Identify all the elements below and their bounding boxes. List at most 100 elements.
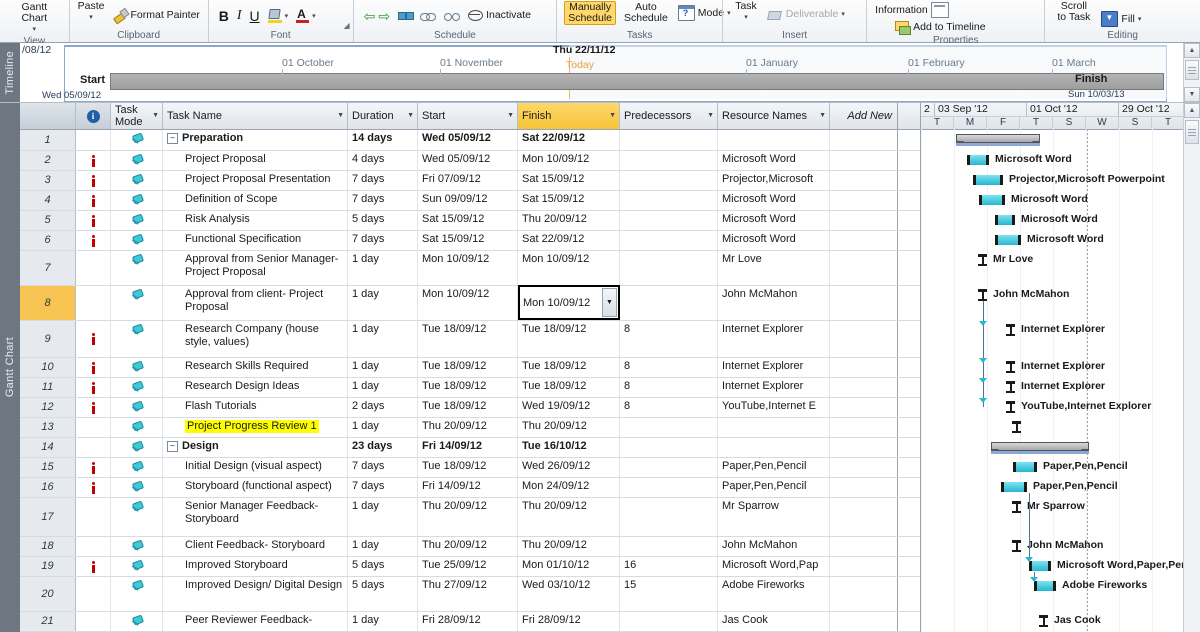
add-new-cell[interactable] <box>830 458 898 477</box>
add-new-cell[interactable] <box>830 321 898 357</box>
predecessors-cell[interactable] <box>620 478 718 497</box>
duration-cell[interactable]: 1 day <box>348 358 418 377</box>
resource-names-cell[interactable]: Internet Explorer <box>718 378 830 397</box>
indicator-cell[interactable] <box>76 358 111 377</box>
row-number-cell[interactable]: 2 <box>20 151 76 170</box>
resource-names-cell[interactable]: Mr Sparrow <box>718 498 830 536</box>
duration-cell[interactable]: 7 days <box>348 231 418 250</box>
task-mode-cell[interactable] <box>111 211 163 230</box>
font-color-icon[interactable]: A <box>296 7 310 23</box>
duration-cell[interactable]: 5 days <box>348 557 418 576</box>
table-row[interactable]: 4 Definition of Scope 7 days Sun 09/09/12 Sa… <box>20 191 920 211</box>
resource-names-cell[interactable]: Microsoft Word <box>718 211 830 230</box>
predecessors-cell[interactable] <box>620 286 718 320</box>
table-row[interactable]: 13 Project Progress Review 11 day Thu 20/0… <box>20 418 920 438</box>
indicator-cell[interactable] <box>76 171 111 190</box>
finish-date-cell[interactable]: Thu 20/09/12 <box>518 537 620 556</box>
chevron-down-icon[interactable]: ▼ <box>609 112 616 119</box>
gantt-chart-body[interactable]: Microsoft Word Projector,Microsoft Powerp… <box>921 129 1200 632</box>
row-number-cell[interactable]: 21 <box>20 612 76 631</box>
task-name-cell[interactable]: – Preparation <box>163 130 348 150</box>
row-number-cell[interactable]: 20 <box>20 577 76 611</box>
resource-names-cell[interactable]: Microsoft Word <box>718 191 830 210</box>
start-date-cell[interactable]: Mon 10/09/12 <box>418 251 518 285</box>
table-row[interactable]: 15 Initial Design (visual aspect) 7 days Tu… <box>20 458 920 478</box>
table-row[interactable]: 10 Research Skills Required 1 day Tue 18/09… <box>20 358 920 378</box>
column-header-resource-names[interactable]: Resource Names ▼ <box>718 103 830 129</box>
task-mode-cell[interactable] <box>111 231 163 250</box>
indicator-cell[interactable] <box>76 191 111 210</box>
duration-cell[interactable]: 1 day <box>348 251 418 285</box>
predecessors-cell[interactable] <box>620 418 718 437</box>
scroll-to-task-button[interactable]: Scroll to Task <box>1053 1 1094 24</box>
add-new-cell[interactable] <box>830 191 898 210</box>
task-mode-cell[interactable] <box>111 537 163 556</box>
indicator-cell[interactable] <box>76 458 111 477</box>
row-number-cell[interactable]: 8 <box>20 286 76 320</box>
row-number-cell[interactable]: 6 <box>20 231 76 250</box>
indicator-cell[interactable] <box>76 537 111 556</box>
start-date-cell[interactable]: Tue 25/09/12 <box>418 557 518 576</box>
row-number-cell[interactable]: 13 <box>20 418 76 437</box>
timeline-body[interactable]: /08/12 Thu 22/11/12 Today Start Wed 05/0… <box>20 43 1183 102</box>
gantt-task-bar[interactable] <box>995 235 1021 245</box>
gantt-task-bar[interactable] <box>1029 561 1051 571</box>
duration-cell[interactable]: 5 days <box>348 211 418 230</box>
gantt-scrollbar-thumb[interactable] <box>1185 120 1199 144</box>
table-row[interactable]: 20 Improved Design/ Digital Design 5 days T… <box>20 577 920 612</box>
start-date-cell[interactable]: Thu 20/09/12 <box>418 537 518 556</box>
gantt-task-bar[interactable] <box>1001 482 1027 492</box>
table-row[interactable]: 19 Improved Storyboard 5 days Tue 25/09/12 M… <box>20 557 920 577</box>
collapse-expand-icon[interactable]: – <box>167 133 178 144</box>
resource-names-cell[interactable]: John McMahon <box>718 537 830 556</box>
gantt-task-bar[interactable] <box>967 155 989 165</box>
duration-cell[interactable]: 4 days <box>348 151 418 170</box>
indicator-cell[interactable] <box>76 231 111 250</box>
table-row[interactable]: 12 Flash Tutorials 2 days Tue 18/09/12 Wed 1… <box>20 398 920 418</box>
duration-cell[interactable]: 14 days <box>348 130 418 150</box>
gantt-milestone-marker[interactable] <box>1006 401 1015 413</box>
finish-date-cell[interactable]: Thu 20/09/12 <box>518 498 620 536</box>
chevron-down-icon[interactable]: ▼ <box>707 112 714 119</box>
start-date-cell[interactable]: Sat 15/09/12 <box>418 231 518 250</box>
active-cell-finish[interactable]: Mon 10/09/12 ▼ <box>518 285 620 320</box>
duration-cell[interactable]: 5 days <box>348 577 418 611</box>
task-name-cell[interactable]: Project Proposal <box>163 151 348 170</box>
indicator-cell[interactable] <box>76 211 111 230</box>
row-number-cell[interactable]: 3 <box>20 171 76 190</box>
duration-cell[interactable]: 7 days <box>348 171 418 190</box>
date-picker-dropdown-icon[interactable]: ▼ <box>602 288 617 317</box>
finish-date-cell[interactable]: Mon 24/09/12 <box>518 478 620 497</box>
predecessors-cell[interactable]: 8 <box>620 398 718 417</box>
row-number-cell[interactable]: 4 <box>20 191 76 210</box>
finish-date-cell[interactable]: Mon 10/09/12 <box>518 251 620 285</box>
predecessors-cell[interactable] <box>620 191 718 210</box>
task-name-cell[interactable]: Functional Specification <box>163 231 348 250</box>
add-new-cell[interactable] <box>830 231 898 250</box>
task-name-cell[interactable]: Initial Design (visual aspect) <box>163 458 348 477</box>
resource-names-cell[interactable]: Paper,Pen,Pencil <box>718 458 830 477</box>
task-mode-cell[interactable] <box>111 171 163 190</box>
finish-date-cell[interactable]: Tue 18/09/12 <box>518 321 620 357</box>
column-header-indicators[interactable]: i <box>76 103 111 129</box>
finish-date-cell[interactable]: Sat 22/09/12 <box>518 130 620 150</box>
task-mode-cell[interactable] <box>111 557 163 576</box>
duration-cell[interactable]: 7 days <box>348 458 418 477</box>
start-date-cell[interactable]: Wed 05/09/12 <box>418 130 518 150</box>
table-row[interactable]: 6 Functional Specification 7 days Sat 15/09… <box>20 231 920 251</box>
duration-cell[interactable]: 1 day <box>348 612 418 631</box>
task-name-cell[interactable]: Project Proposal Presentation <box>163 171 348 190</box>
manually-schedule-button[interactable]: Manually Schedule <box>564 1 616 25</box>
task-mode-cell[interactable] <box>111 151 163 170</box>
add-new-cell[interactable] <box>830 498 898 536</box>
predecessors-cell[interactable] <box>620 231 718 250</box>
chevron-down-icon[interactable]: ▾ <box>89 12 93 23</box>
gantt-chart-button[interactable]: Gantt Chart ▾ <box>17 1 51 36</box>
add-new-cell[interactable] <box>830 418 898 437</box>
gantt-milestone-marker[interactable] <box>1012 421 1021 433</box>
table-row[interactable]: 3 Project Proposal Presentation 7 days Fri … <box>20 171 920 191</box>
start-date-cell[interactable]: Sat 15/09/12 <box>418 211 518 230</box>
paste-button[interactable]: Paste ▾ <box>74 1 109 24</box>
indicator-cell[interactable] <box>76 321 111 357</box>
indicator-cell[interactable] <box>76 577 111 611</box>
